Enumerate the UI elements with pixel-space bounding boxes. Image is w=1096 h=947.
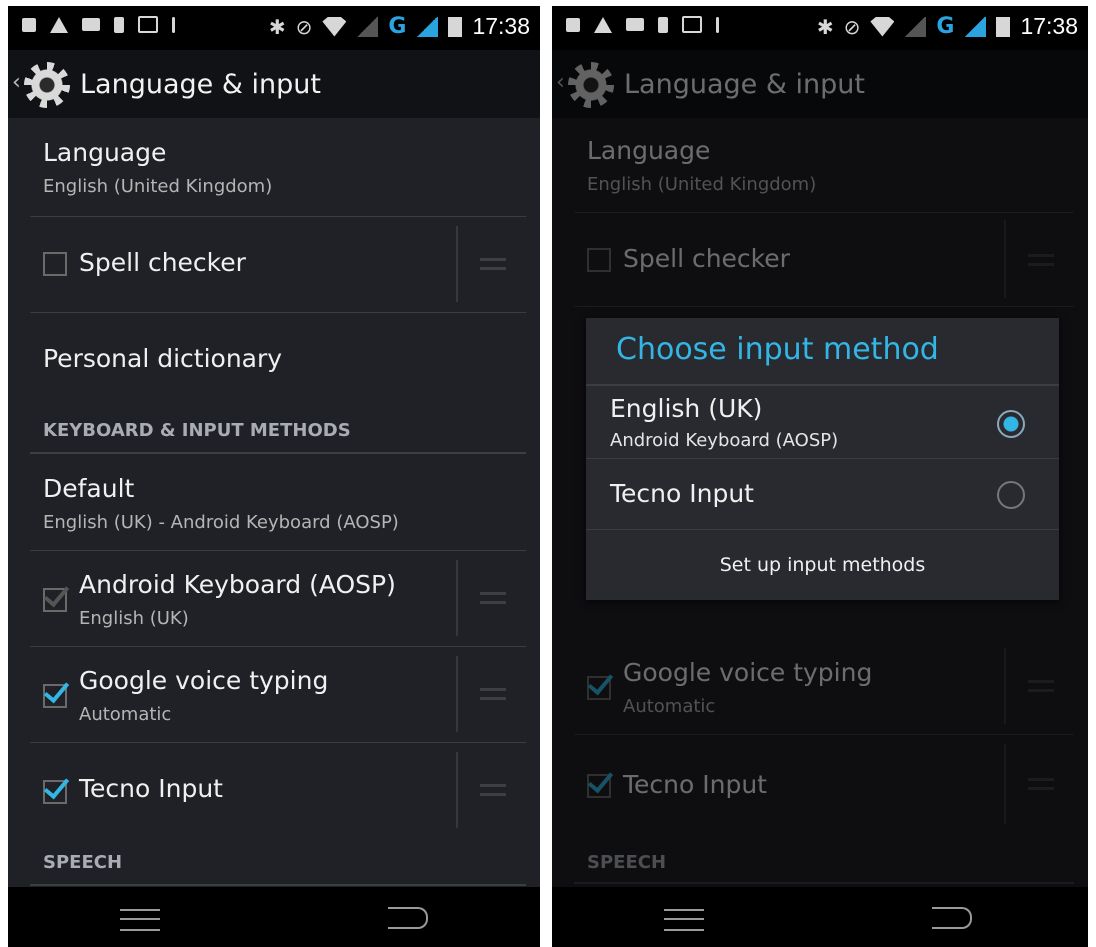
- plus-icon: [566, 17, 580, 32]
- settings-gear-icon[interactable]: [24, 62, 70, 108]
- item-subtitle: English (UK): [79, 608, 189, 629]
- item-title: Tecno Input: [79, 774, 223, 803]
- back-icon[interactable]: [388, 907, 428, 929]
- upload-icon: [172, 16, 175, 33]
- item-subtitle: English (United Kingdom): [43, 176, 273, 197]
- speech-section-header: SPEECH: [30, 838, 526, 886]
- settings-sliders-icon[interactable]: [480, 780, 506, 800]
- item-subtitle: Automatic: [79, 704, 172, 725]
- input-option-tecno[interactable]: Tecno Input: [586, 459, 1059, 529]
- network-type: G: [388, 14, 407, 39]
- status-bar: ✱ ⊘ G 17:38: [552, 6, 1088, 50]
- language-item[interactable]: Language English (United Kingdom): [30, 118, 526, 217]
- mail-icon: [82, 18, 100, 31]
- battery-icon: [996, 16, 1011, 37]
- plus-icon: [22, 17, 36, 32]
- bluetooth-icon: ✱: [268, 14, 286, 39]
- image-icon: [682, 16, 702, 33]
- battery-icon: [448, 16, 463, 37]
- mail-icon: [626, 18, 644, 31]
- menu-icon[interactable]: [664, 909, 704, 931]
- item-subtitle: English (UK) - Android Keyboard (AOSP): [43, 512, 399, 533]
- signal-icon: [416, 16, 439, 37]
- personal-dictionary-item[interactable]: Personal dictionary: [30, 312, 526, 408]
- status-bar: ✱ ⊘ G 17:38: [8, 6, 540, 50]
- phone-screen-left: ✱ ⊘ G 17:38 ‹ Language & input Language …: [8, 6, 540, 947]
- item-title: Personal dictionary: [43, 344, 283, 373]
- radio-unselected-icon[interactable]: [997, 481, 1025, 509]
- image-icon: [138, 16, 158, 33]
- divider: [456, 752, 458, 828]
- set-up-input-methods-button[interactable]: Set up input methods: [586, 530, 1059, 600]
- tecno-input-item[interactable]: Tecno Input: [30, 742, 526, 838]
- google-voice-checkbox[interactable]: [43, 684, 67, 708]
- signal-icon: [356, 16, 379, 37]
- section-title: KEYBOARD & INPUT METHODS: [43, 420, 351, 441]
- warning-icon: [594, 16, 612, 33]
- divider: [456, 656, 458, 732]
- wifi-icon: [870, 16, 895, 37]
- item-title: Default: [43, 474, 135, 503]
- system-icons: ✱ ⊘ G 17:38: [269, 13, 530, 40]
- divider: [456, 226, 458, 302]
- status-time: 17:38: [472, 13, 530, 39]
- google-voice-item[interactable]: Google voice typing Automatic: [30, 646, 526, 743]
- divider: [456, 560, 458, 636]
- option-sublabel: Android Keyboard (AOSP): [610, 430, 839, 451]
- option-label: Tecno Input: [610, 479, 754, 508]
- dialog-title: Choose input method: [616, 332, 939, 367]
- phone-screen-right: ✱ ⊘ G 17:38 ‹ Language & input Language …: [552, 6, 1088, 947]
- network-type: G: [936, 14, 955, 39]
- keyboard-section-header: KEYBOARD & INPUT METHODS: [30, 408, 526, 454]
- item-title: Spell checker: [79, 248, 246, 277]
- navigation-bar: [8, 887, 540, 947]
- section-title: SPEECH: [43, 852, 123, 873]
- bluetooth-icon: ✱: [816, 14, 834, 39]
- spell-checker-checkbox[interactable]: [43, 252, 67, 276]
- navigation-bar: [552, 887, 1088, 947]
- clipboard-icon: [658, 16, 668, 33]
- input-option-english-uk[interactable]: English (UK) Android Keyboard (AOSP): [586, 386, 1059, 458]
- menu-icon[interactable]: [120, 909, 160, 931]
- tecno-input-checkbox[interactable]: [43, 780, 67, 804]
- notification-icons: [22, 16, 175, 33]
- settings-sliders-icon[interactable]: [480, 588, 506, 608]
- choose-input-method-dialog: Choose input method English (UK) Android…: [586, 318, 1059, 600]
- back-caret-icon[interactable]: ‹: [12, 70, 21, 95]
- upload-icon: [716, 16, 719, 33]
- wifi-icon: [322, 16, 347, 37]
- notification-icons: [566, 16, 719, 33]
- page-title: Language & input: [80, 69, 321, 100]
- settings-list: Language English (United Kingdom) Spell …: [8, 118, 540, 887]
- radio-selected-icon[interactable]: [997, 410, 1025, 438]
- mute-icon: ⊘: [295, 14, 313, 39]
- clipboard-icon: [114, 16, 124, 33]
- default-item[interactable]: Default English (UK) - Android Keyboard …: [30, 454, 526, 551]
- item-title: Language: [43, 138, 167, 167]
- item-title: Android Keyboard (AOSP): [79, 570, 396, 599]
- action-bar[interactable]: ‹ Language & input: [8, 50, 540, 118]
- android-keyboard-checkbox[interactable]: [43, 588, 67, 612]
- item-title: Google voice typing: [79, 666, 329, 695]
- warning-icon: [50, 16, 68, 33]
- status-time: 17:38: [1020, 13, 1078, 39]
- signal-icon: [964, 16, 987, 37]
- settings-sliders-icon[interactable]: [480, 254, 506, 274]
- signal-icon: [904, 16, 927, 37]
- settings-sliders-icon[interactable]: [480, 684, 506, 704]
- mute-icon: ⊘: [843, 14, 861, 39]
- spell-checker-item[interactable]: Spell checker: [30, 216, 526, 313]
- back-icon[interactable]: [932, 907, 972, 929]
- system-icons: ✱ ⊘ G 17:38: [817, 13, 1078, 40]
- option-label: English (UK): [610, 394, 763, 423]
- android-keyboard-item[interactable]: Android Keyboard (AOSP) English (UK): [30, 550, 526, 647]
